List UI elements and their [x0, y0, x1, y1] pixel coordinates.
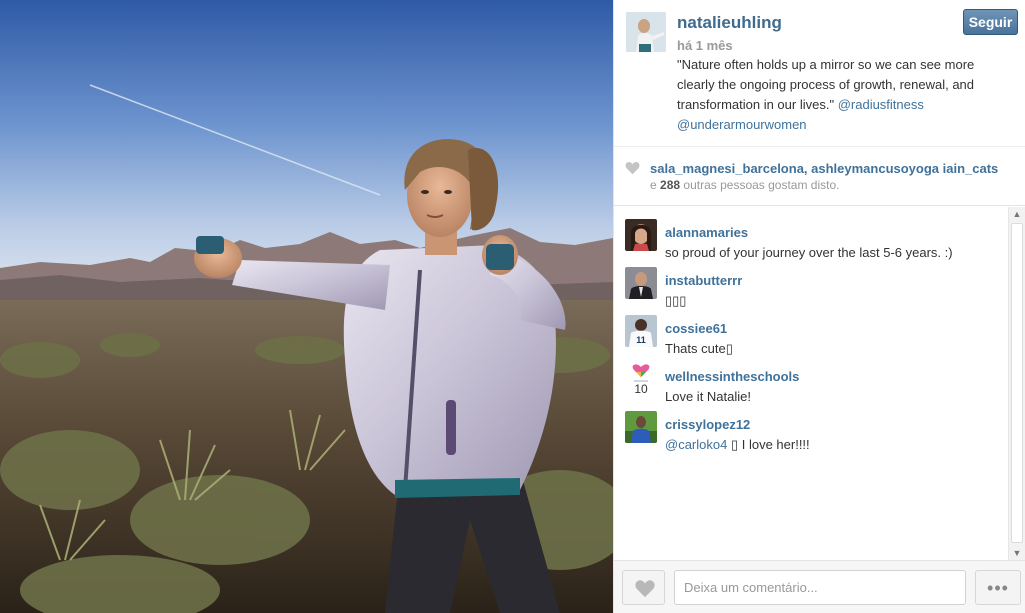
comments-scrollbar[interactable]: ▲ ▼	[1008, 207, 1025, 560]
comment-item: crissylopez12 @carloko4 ▯ I love her!!!!	[614, 407, 1009, 453]
post-header: natalieuhling Seguir há 1 mês "Nature of…	[614, 0, 1025, 147]
comment-username[interactable]: crissylopez12	[665, 417, 750, 432]
post-timestamp: há 1 mês	[677, 38, 733, 53]
likers-list[interactable]: sala_magnesi_barcelona, ashleymancusoyog…	[650, 160, 1022, 178]
caption-mention-radiusfitness[interactable]: @radiusfitness	[838, 97, 924, 112]
comment-text-body: ▯ I love her!!!!	[730, 437, 810, 452]
comment-item: instabutterrr ▯▯▯	[614, 263, 1009, 308]
comment-text: Love it Natalie!	[665, 389, 751, 404]
side-panel: natalieuhling Seguir há 1 mês "Nature of…	[613, 0, 1025, 613]
comment-username[interactable]: wellnessintheschools	[665, 369, 799, 384]
likes-section: sala_magnesi_barcelona, ashleymancusoyog…	[614, 148, 1025, 206]
jersey-number: 11	[636, 335, 646, 345]
comment-item: 10 wellnessintheschools Love it Natalie!	[614, 359, 1009, 404]
scroll-up-arrow-icon[interactable]: ▲	[1009, 207, 1025, 221]
post-username[interactable]: natalieuhling	[677, 13, 782, 33]
heart-icon	[635, 580, 655, 598]
scroll-down-arrow-icon[interactable]: ▼	[1009, 546, 1025, 560]
comment-avatar-image: 10	[625, 363, 657, 395]
comment-avatar-image	[625, 411, 657, 443]
likes-count: e 288 outras pessoas gostam disto.	[650, 178, 840, 192]
like-button[interactable]	[622, 570, 665, 605]
comment-text: so proud of your journey over the last 5…	[665, 245, 953, 260]
comment-input[interactable]	[674, 570, 966, 605]
comment-text: Thats cute▯	[665, 341, 733, 356]
post-caption: "Nature often holds up a mirror so we ca…	[677, 55, 1012, 135]
comment-footer: •••	[614, 560, 1025, 613]
caption-mention-underarmourwomen[interactable]: @underarmourwomen	[677, 117, 807, 132]
comment-username[interactable]: instabutterrr	[665, 273, 742, 288]
comment-avatar-image	[625, 219, 657, 251]
follow-button[interactable]: Seguir	[963, 9, 1018, 35]
more-options-button[interactable]: •••	[975, 570, 1021, 605]
comment-text: ▯▯▯	[665, 293, 687, 308]
comment-avatar-image	[625, 267, 657, 299]
avatar[interactable]	[626, 12, 666, 52]
logo-number: 10	[634, 382, 648, 395]
post-photo[interactable]	[0, 0, 613, 613]
comment-item: 11 cossiee61 Thats cute▯	[614, 311, 1009, 356]
likes-suffix: outras pessoas gostam disto.	[683, 178, 840, 192]
photo-illustration	[0, 0, 613, 613]
avatar-image	[626, 12, 666, 52]
comment-item: alannamaries so proud of your journey ov…	[614, 215, 1009, 260]
heart-icon	[625, 162, 640, 175]
comment-mention[interactable]: @carloko4	[665, 437, 727, 452]
caption-text: "Nature often holds up a mirror so we ca…	[677, 57, 975, 112]
comment-username[interactable]: alannamaries	[665, 225, 748, 240]
likes-prefix: e	[650, 178, 657, 192]
comments-list: alannamaries so proud of your journey ov…	[614, 207, 1025, 560]
comment-avatar[interactable]: 10	[625, 363, 657, 395]
post-viewer: natalieuhling Seguir há 1 mês "Nature of…	[0, 0, 1025, 613]
scroll-thumb[interactable]	[1011, 223, 1023, 543]
comment-avatar[interactable]	[625, 267, 657, 299]
comment-avatar[interactable]	[625, 411, 657, 443]
comment-text: @carloko4 ▯ I love her!!!!	[665, 437, 810, 453]
comment-avatar[interactable]	[625, 219, 657, 251]
comment-avatar-image: 11	[625, 315, 657, 347]
comment-username[interactable]: cossiee61	[665, 321, 727, 336]
comment-avatar[interactable]: 11	[625, 315, 657, 347]
likes-number: 288	[660, 178, 681, 192]
